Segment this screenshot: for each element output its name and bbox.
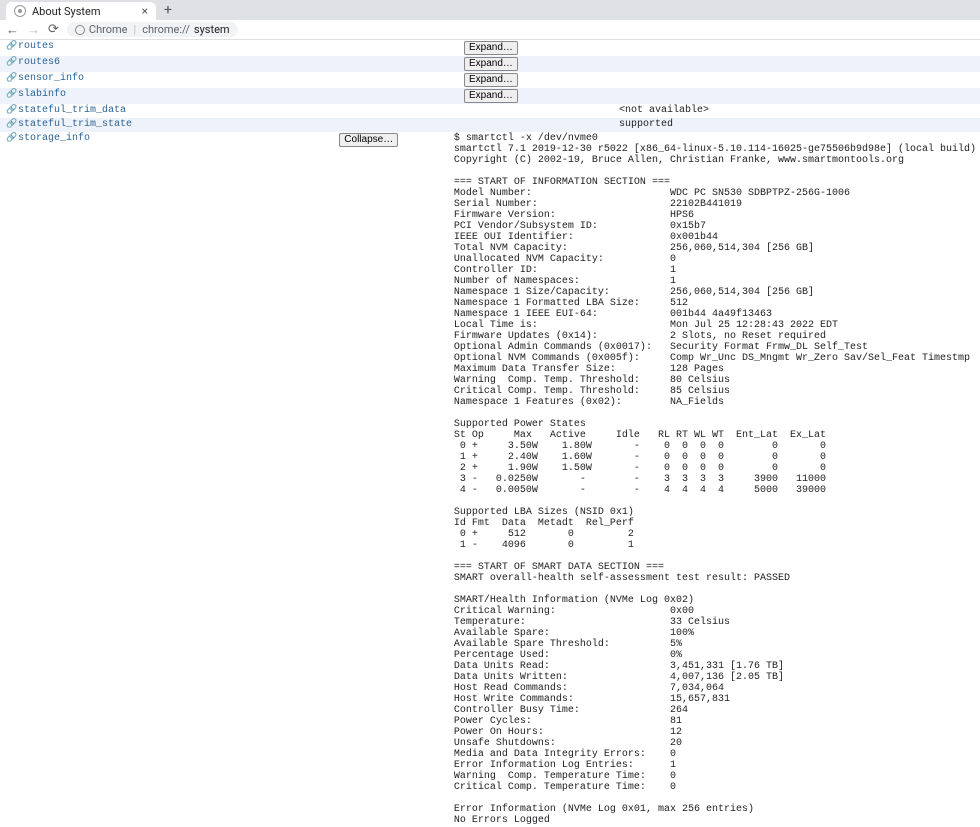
table-row: 🔗sensor_info Expand… [0,72,980,88]
row-name[interactable]: routes6 [18,57,60,68]
link-icon[interactable]: 🔗 [6,57,16,67]
expand-button[interactable]: Expand… [464,89,518,103]
table-row: 🔗stateful_trim_state supported [0,118,980,132]
reload-button[interactable]: ⟳ [48,22,59,37]
forward-button[interactable]: → [27,22,40,38]
row-button-cell: Collapse… [335,132,450,827]
row-value [615,56,980,72]
toolbar: ← → ⟳ Chrome | chrome://system [0,20,980,40]
system-info-table: 🔗routesExpand…🔗routes6Expand…🔗sensor_inf… [0,40,980,827]
back-button[interactable]: ← [6,22,19,38]
row-button-cell: Expand… [460,40,615,56]
table-row: 🔗routes6 Expand… [0,56,980,72]
link-icon[interactable]: 🔗 [6,41,16,51]
row-name-cell: 🔗stateful_trim_data [0,104,460,118]
tab-strip: About System × + [0,0,980,20]
row-button-cell: Expand… [460,72,615,88]
tab-title: About System [32,5,101,18]
url-prefix: chrome:// [142,23,190,36]
row-name-cell: 🔗stateful_trim_state [0,118,460,132]
row-value: supported [615,118,980,132]
new-tab-button[interactable]: + [156,2,180,18]
link-icon[interactable]: 🔗 [6,73,16,83]
row-value: <not available> [615,104,980,118]
row-name-cell: 🔗sensor_info [0,72,460,88]
link-icon[interactable]: 🔗 [6,89,16,99]
row-name[interactable]: storage_info [18,133,90,144]
row-name-cell: 🔗routes6 [0,56,460,72]
row-button-cell: Expand… [460,88,615,104]
browser-tab[interactable]: About System × [6,2,156,20]
expand-button[interactable]: Expand… [464,73,518,87]
table-row: 🔗storage_info Collapse… $ smartctl -x /dev… [0,132,980,827]
expand-button[interactable]: Expand… [464,57,518,71]
row-name-cell: 🔗storage_info [0,132,335,827]
row-name-cell: 🔗slabinfo [0,88,460,104]
link-icon[interactable]: 🔗 [6,119,16,129]
row-name[interactable]: stateful_trim_data [18,105,126,116]
link-icon[interactable]: 🔗 [6,133,16,143]
info-icon [14,5,26,17]
row-value [615,40,980,56]
row-name[interactable]: sensor_info [18,73,84,84]
address-bar[interactable]: Chrome | chrome://system [67,22,238,37]
row-button-cell [460,104,615,118]
row-button-cell: Expand… [460,56,615,72]
row-value [615,72,980,88]
row-name-cell: 🔗routes [0,40,460,56]
row-name[interactable]: slabinfo [18,89,66,100]
link-icon[interactable]: 🔗 [6,105,16,115]
row-name[interactable]: stateful_trim_state [18,119,132,130]
url-host: Chrome [89,23,128,36]
table-row: 🔗stateful_trim_data <not available> [0,104,980,118]
row-value [615,88,980,104]
close-icon[interactable]: × [142,5,148,17]
row-button-cell [460,118,615,132]
table-row: 🔗slabinfo Expand… [0,88,980,104]
row-value: $ smartctl -x /dev/nvme0 smartctl 7.1 20… [450,132,980,827]
table-row: 🔗routes Expand… [0,40,980,56]
collapse-button[interactable]: Collapse… [339,133,398,147]
row-name[interactable]: routes [18,41,54,52]
expand-button[interactable]: Expand… [464,41,518,55]
url-page: system [194,23,230,36]
globe-icon [75,25,85,35]
